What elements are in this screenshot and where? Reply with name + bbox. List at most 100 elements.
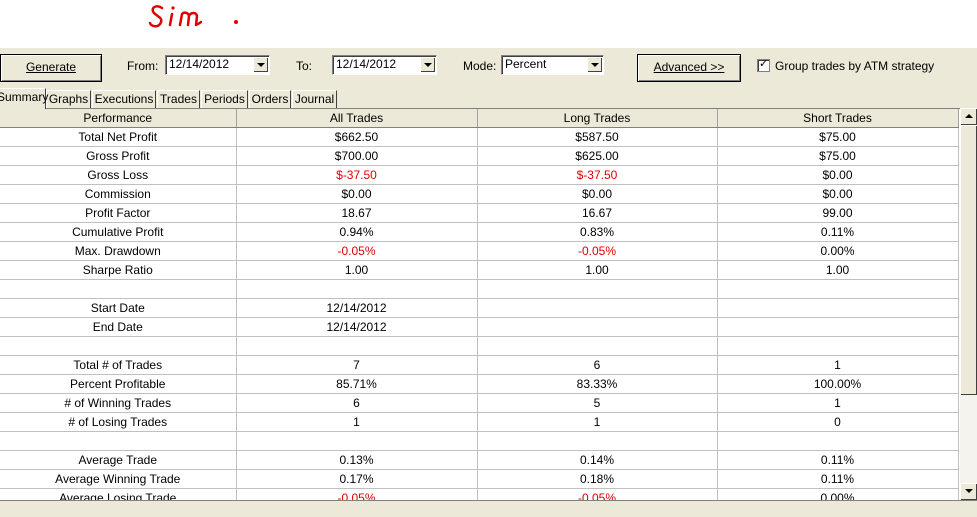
performance-grid[interactable]: Performance All Trades Long Trades Short… xyxy=(0,108,960,501)
table-row[interactable]: # of Losing Trades 1 1 0 xyxy=(0,412,959,432)
table-row[interactable]: Gross Loss $-37.50 $-37.50 $0.00 xyxy=(0,165,959,185)
short-trades-cell xyxy=(717,336,959,356)
short-trades-cell: 1 xyxy=(717,393,959,413)
long-trades-cell: $587.50 xyxy=(477,127,718,147)
generate-button-label: Generate xyxy=(25,60,77,74)
tab-executions[interactable]: Executions xyxy=(92,90,156,108)
mode-select[interactable]: Percent xyxy=(501,55,604,75)
short-trades-cell: $0.00 xyxy=(717,165,959,185)
from-date-picker[interactable]: 12/14/2012 xyxy=(165,55,270,75)
row-label: Commission xyxy=(0,184,237,204)
table-row[interactable] xyxy=(0,336,959,356)
table-row[interactable]: Total Net Profit $662.50 $587.50 $75.00 xyxy=(0,127,959,147)
handwritten-annotation xyxy=(148,5,238,28)
table-row[interactable]: Average Trade 0.13% 0.14% 0.11% xyxy=(0,450,959,470)
chevron-down-icon[interactable] xyxy=(420,57,435,72)
long-trades-cell: 1 xyxy=(477,412,718,432)
generate-button[interactable]: Generate xyxy=(0,54,102,82)
table-row[interactable]: Cumulative Profit 0.94% 0.83% 0.11% xyxy=(0,222,959,242)
short-trades-cell: 0 xyxy=(717,412,959,432)
table-row[interactable]: # of Winning Trades 6 5 1 xyxy=(0,393,959,413)
table-row[interactable]: Sharpe Ratio 1.00 1.00 1.00 xyxy=(0,260,959,280)
long-trades-cell xyxy=(477,336,718,356)
long-trades-cell: $625.00 xyxy=(477,146,718,166)
all-trades-cell: 7 xyxy=(236,355,478,375)
short-trades-cell xyxy=(717,279,959,299)
tab-trades[interactable]: Trades xyxy=(157,90,200,108)
row-label: Average Winning Trade xyxy=(0,469,237,489)
to-date-picker[interactable]: 12/14/2012 xyxy=(332,55,437,75)
short-trades-cell xyxy=(717,431,959,451)
table-row[interactable]: Max. Drawdown -0.05% -0.05% 0.00% xyxy=(0,241,959,261)
long-trades-cell: $0.00 xyxy=(477,184,718,204)
row-label: Total Net Profit xyxy=(0,127,237,147)
table-row[interactable]: End Date 12/14/2012 xyxy=(0,317,959,337)
row-label: End Date xyxy=(0,317,237,337)
row-label xyxy=(0,279,237,299)
table-header-row: Performance All Trades Long Trades Short… xyxy=(0,109,959,128)
short-trades-cell: 1 xyxy=(717,355,959,375)
all-trades-cell: $0.00 xyxy=(236,184,478,204)
row-label: Cumulative Profit xyxy=(0,222,237,242)
long-trades-cell: 0.14% xyxy=(477,450,718,470)
tab-journal[interactable]: Journal xyxy=(292,90,337,108)
tab-graphs[interactable]: Graphs xyxy=(46,90,91,108)
tab-summary[interactable]: Summary xyxy=(0,88,48,109)
all-trades-cell: 0.94% xyxy=(236,222,478,242)
tab-orders[interactable]: Orders xyxy=(249,90,291,108)
column-header-performance[interactable]: Performance xyxy=(0,109,237,128)
all-trades-cell xyxy=(236,279,478,299)
short-trades-cell xyxy=(717,298,959,318)
group-trades-checkbox[interactable]: ✓ xyxy=(757,58,770,72)
all-trades-cell: 6 xyxy=(236,393,478,413)
advanced-button[interactable]: Advanced >> xyxy=(637,54,741,82)
advanced-button-label: Advanced >> xyxy=(653,60,725,74)
long-trades-cell xyxy=(477,279,718,299)
column-header-all-trades[interactable]: All Trades xyxy=(236,109,478,128)
all-trades-cell: -0.05% xyxy=(236,241,478,261)
table-row[interactable]: Average Winning Trade 0.17% 0.18% 0.11% xyxy=(0,469,959,489)
performance-table: Performance All Trades Long Trades Short… xyxy=(0,109,959,501)
table-row[interactable]: Total # of Trades 7 6 1 xyxy=(0,355,959,375)
short-trades-cell: 99.00 xyxy=(717,203,959,223)
chevron-down-icon[interactable] xyxy=(587,57,602,72)
table-row[interactable]: Gross Profit $700.00 $625.00 $75.00 xyxy=(0,146,959,166)
chevron-down-icon[interactable] xyxy=(253,57,268,72)
scroll-thumb[interactable] xyxy=(960,125,977,395)
table-row[interactable]: Profit Factor 18.67 16.67 99.00 xyxy=(0,203,959,223)
short-trades-cell: 0.11% xyxy=(717,450,959,470)
short-trades-cell: 1.00 xyxy=(717,260,959,280)
vertical-scrollbar[interactable] xyxy=(960,108,977,500)
to-date-value: 12/14/2012 xyxy=(336,57,397,71)
row-label: Gross Loss xyxy=(0,165,237,185)
all-trades-cell: $-37.50 xyxy=(236,165,478,185)
short-trades-cell: 0.11% xyxy=(717,222,959,242)
row-label: Profit Factor xyxy=(0,203,237,223)
short-trades-cell: 0.00% xyxy=(717,241,959,261)
table-row[interactable]: Start Date 12/14/2012 xyxy=(0,298,959,318)
all-trades-cell xyxy=(236,431,478,451)
tab-bar: Summary Graphs Executions Trades Periods… xyxy=(0,88,977,109)
column-header-long-trades[interactable]: Long Trades xyxy=(477,109,718,128)
scroll-down-icon[interactable] xyxy=(960,483,977,500)
column-header-short-trades[interactable]: Short Trades xyxy=(717,109,959,128)
scroll-up-icon[interactable] xyxy=(960,108,977,125)
long-trades-cell xyxy=(477,298,718,318)
short-trades-cell xyxy=(717,317,959,337)
table-row[interactable]: Commission $0.00 $0.00 $0.00 xyxy=(0,184,959,204)
short-trades-cell: $75.00 xyxy=(717,127,959,147)
tab-periods[interactable]: Periods xyxy=(201,90,248,108)
long-trades-cell: 83.33% xyxy=(477,374,718,394)
row-label: # of Winning Trades xyxy=(0,393,237,413)
all-trades-cell: 0.13% xyxy=(236,450,478,470)
short-trades-cell: $75.00 xyxy=(717,146,959,166)
table-row[interactable] xyxy=(0,279,959,299)
all-trades-cell: 12/14/2012 xyxy=(236,298,478,318)
from-date-value: 12/14/2012 xyxy=(169,57,230,71)
group-trades-label[interactable]: Group trades by ATM strategy xyxy=(775,58,934,74)
table-row[interactable]: Percent Profitable 85.71% 83.33% 100.00% xyxy=(0,374,959,394)
long-trades-cell: 0.83% xyxy=(477,222,718,242)
table-row[interactable] xyxy=(0,431,959,451)
row-label xyxy=(0,336,237,356)
long-trades-cell: 1.00 xyxy=(477,260,718,280)
